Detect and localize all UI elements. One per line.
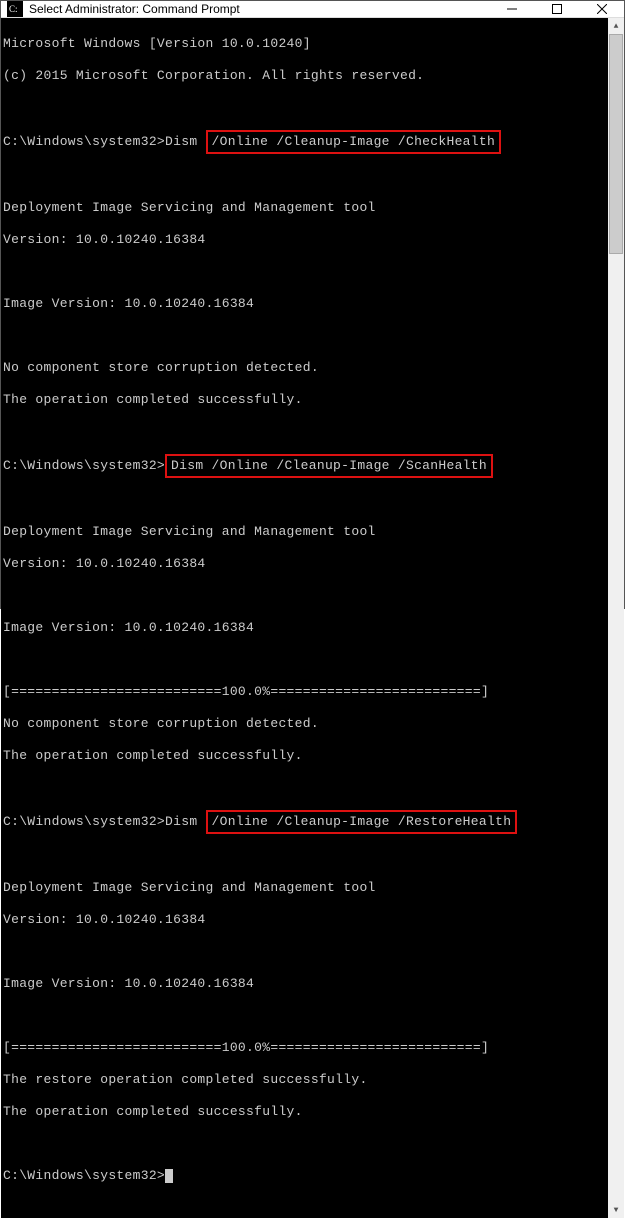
output-line: [3, 424, 608, 440]
cursor: [165, 1169, 173, 1183]
command-line: C:\Windows\system32>: [3, 1168, 608, 1184]
output-line: [3, 264, 608, 280]
output-line: The operation completed successfully.: [3, 1104, 608, 1120]
scrollbar-thumb[interactable]: [609, 34, 623, 254]
cmd-icon: C:: [7, 1, 23, 17]
cmd-text: Dism: [165, 134, 206, 149]
cmd-text: Dism: [165, 814, 206, 829]
window-title: Select Administrator: Command Prompt: [29, 2, 489, 16]
scroll-down-arrow-icon[interactable]: ▼: [608, 1202, 624, 1218]
output-line: Image Version: 10.0.10240.16384: [3, 620, 608, 636]
scroll-up-arrow-icon[interactable]: ▲: [608, 18, 624, 34]
svg-text:C:: C:: [9, 4, 18, 14]
highlight-checkhealth: /Online /Cleanup-Image /CheckHealth: [206, 130, 502, 154]
prompt-text: C:\Windows\system32>: [3, 134, 165, 149]
maximize-button[interactable]: [534, 1, 579, 17]
prompt-text: C:\Windows\system32>: [3, 814, 165, 829]
vertical-scrollbar[interactable]: ▲ ▼: [608, 18, 624, 1218]
output-line: [3, 1136, 608, 1152]
output-line: [3, 168, 608, 184]
output-line: Version: 10.0.10240.16384: [3, 232, 608, 248]
command-line: C:\Windows\system32>Dism /Online /Cleanu…: [3, 132, 608, 152]
output-line: [3, 100, 608, 116]
output-line: (c) 2015 Microsoft Corporation. All righ…: [3, 68, 608, 84]
output-line: [3, 848, 608, 864]
close-button[interactable]: [579, 1, 624, 17]
output-line: The restore operation completed successf…: [3, 1072, 608, 1088]
output-line: [3, 492, 608, 508]
output-line: [3, 588, 608, 604]
minimize-button[interactable]: [489, 1, 534, 17]
output-line: No component store corruption detected.: [3, 716, 608, 732]
command-line: C:\Windows\system32>Dism /Online /Cleanu…: [3, 812, 608, 832]
output-line: Deployment Image Servicing and Managemen…: [3, 200, 608, 216]
progress-bar: [==========================100.0%=======…: [3, 684, 608, 700]
command-prompt-window: C: Select Administrator: Command Prompt …: [0, 0, 625, 609]
output-line: The operation completed successfully.: [3, 748, 608, 764]
progress-bar: [==========================100.0%=======…: [3, 1040, 608, 1056]
output-line: [3, 780, 608, 796]
output-line: The operation completed successfully.: [3, 392, 608, 408]
terminal-output[interactable]: Microsoft Windows [Version 10.0.10240] (…: [1, 18, 608, 1218]
output-line: Deployment Image Servicing and Managemen…: [3, 524, 608, 540]
titlebar[interactable]: C: Select Administrator: Command Prompt: [1, 1, 624, 18]
output-line: [3, 1008, 608, 1024]
output-line: [3, 328, 608, 344]
output-line: Image Version: 10.0.10240.16384: [3, 976, 608, 992]
output-line: No component store corruption detected.: [3, 360, 608, 376]
output-line: Version: 10.0.10240.16384: [3, 556, 608, 572]
highlight-restorehealth: /Online /Cleanup-Image /RestoreHealth: [206, 810, 518, 834]
output-line: Deployment Image Servicing and Managemen…: [3, 880, 608, 896]
highlight-scanhealth: Dism /Online /Cleanup-Image /ScanHealth: [165, 454, 493, 478]
prompt-text: C:\Windows\system32>: [3, 458, 165, 473]
output-line: [3, 652, 608, 668]
output-line: [3, 944, 608, 960]
output-line: Version: 10.0.10240.16384: [3, 912, 608, 928]
command-line: C:\Windows\system32>Dism /Online /Cleanu…: [3, 456, 608, 476]
prompt-text: C:\Windows\system32>: [3, 1168, 165, 1183]
content-area: Microsoft Windows [Version 10.0.10240] (…: [1, 18, 624, 1218]
window-controls: [489, 1, 624, 17]
output-line: Image Version: 10.0.10240.16384: [3, 296, 608, 312]
output-line: Microsoft Windows [Version 10.0.10240]: [3, 36, 608, 52]
